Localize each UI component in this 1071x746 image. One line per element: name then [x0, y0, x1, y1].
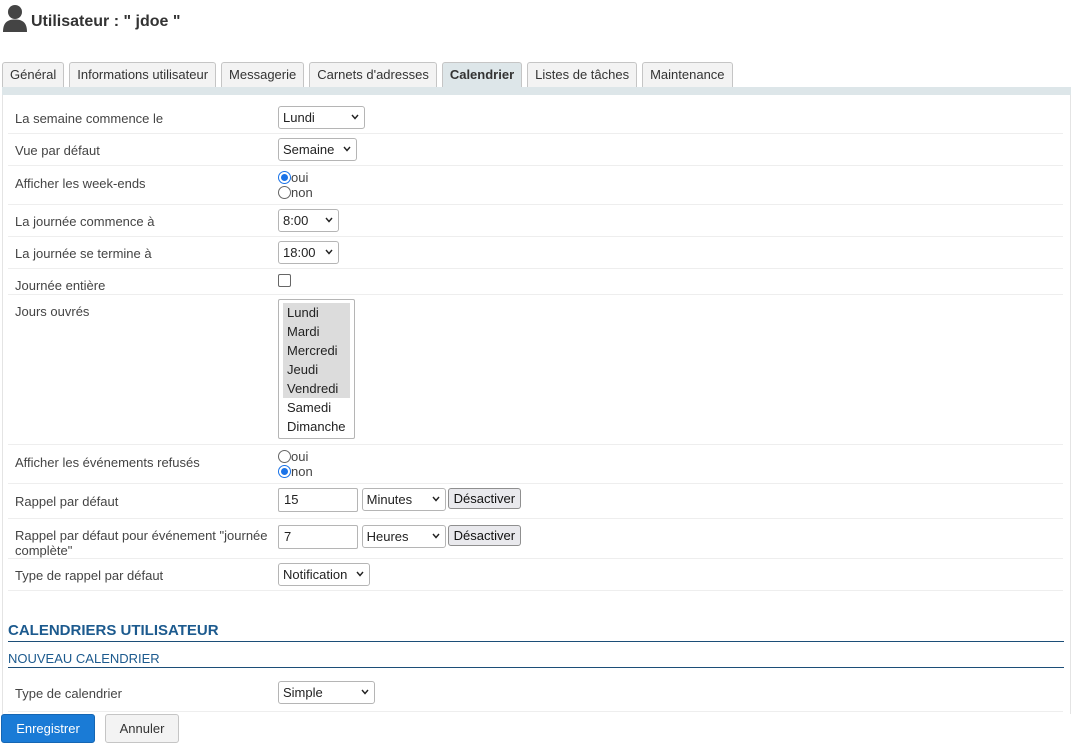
work-days-label: Jours ouvrés [15, 304, 90, 319]
show-weekends-yes-radio[interactable] [278, 171, 291, 184]
row-reminder-type: Type de rappel par défaut Notification [8, 559, 1063, 591]
list-item[interactable]: Lundi [283, 303, 350, 322]
reminder-type-select[interactable]: Notification [278, 563, 370, 586]
chevron-down-icon [343, 146, 351, 152]
show-declined-yes-radio[interactable] [278, 450, 291, 463]
list-item[interactable]: Vendredi [283, 379, 350, 398]
day-end-select[interactable]: 18:00 [278, 241, 339, 264]
row-show-declined: Afficher les événements refusés oui non [8, 445, 1063, 484]
default-reminder-allday-input[interactable]: 7 [278, 525, 358, 549]
row-week-start: La semaine commence le Lundi [8, 102, 1063, 134]
week-start-label: La semaine commence le [15, 111, 164, 126]
show-declined-no-radio[interactable] [278, 465, 291, 478]
page-title: Utilisateur : " jdoe " [31, 13, 181, 30]
show-weekends-label: Afficher les week-ends [15, 176, 146, 191]
list-item[interactable]: Dimanche [283, 417, 350, 436]
day-start-value: 8:00 [283, 213, 309, 228]
day-start-label: La journée commence à [15, 214, 155, 229]
row-all-day: Journée entière [8, 269, 1063, 295]
user-calendars-heading: CALENDRIERS UTILISATEUR [8, 622, 1064, 642]
cancel-button[interactable]: Annuler [105, 714, 179, 743]
show-declined-yes-label: oui [291, 449, 309, 464]
default-reminder-allday-unit-select[interactable]: Heures [361, 525, 446, 548]
list-item[interactable]: Jeudi [283, 360, 350, 379]
row-default-reminder: Rappel par défaut 15 Minutes Désactiver [8, 484, 1063, 519]
default-reminder-unit-value: Minutes [366, 492, 413, 507]
row-work-days: Jours ouvrés Lundi Mardi Mercredi Jeudi … [8, 295, 1063, 445]
row-calendar-type: Type de calendrier Simple [8, 677, 1063, 712]
default-reminder-allday-disable-button[interactable]: Désactiver [447, 525, 522, 546]
show-declined-label: Afficher les événements refusés [15, 455, 200, 470]
save-button[interactable]: Enregistrer [1, 714, 95, 743]
week-start-value: Lundi [283, 110, 315, 125]
show-declined-yes[interactable]: oui [278, 449, 313, 464]
default-reminder-input[interactable]: 15 [278, 488, 358, 512]
calendar-type-value: Simple [283, 685, 323, 700]
chevron-down-icon [325, 249, 333, 255]
show-weekends-yes[interactable]: oui [278, 170, 313, 185]
row-default-reminder-allday: Rappel par défaut pour événement "journé… [8, 519, 1063, 559]
day-end-value: 18:00 [283, 245, 316, 260]
row-day-start: La journée commence à 8:00 [8, 205, 1063, 237]
reminder-type-value: Notification [283, 567, 348, 582]
tab-general[interactable]: Général [2, 62, 65, 87]
page-header: Utilisateur : " jdoe " [0, 0, 1071, 46]
calendar-type-select[interactable]: Simple [278, 681, 375, 704]
show-weekends-no-radio[interactable] [278, 186, 291, 199]
tab-bar: Général Informations utilisateur Message… [2, 62, 738, 87]
default-view-value: Semaine [283, 142, 335, 157]
default-reminder-label: Rappel par défaut [15, 494, 119, 509]
default-reminder-allday-label: Rappel par défaut pour événement "journé… [15, 528, 268, 558]
tab-underbar [2, 87, 1071, 95]
day-end-label: La journée se termine à [15, 246, 152, 261]
week-start-select[interactable]: Lundi [278, 106, 365, 129]
chevron-down-icon [432, 533, 440, 539]
default-reminder-allday-unit-value: Heures [366, 529, 409, 544]
tab-mail[interactable]: Messagerie [221, 62, 305, 87]
show-weekends-no[interactable]: non [278, 185, 313, 200]
row-show-weekends: Afficher les week-ends oui non [8, 166, 1063, 205]
list-item[interactable]: Mardi [283, 322, 350, 341]
work-days-listbox[interactable]: Lundi Mardi Mercredi Jeudi Vendredi Same… [278, 299, 355, 439]
reminder-type-label: Type de rappel par défaut [15, 568, 164, 583]
day-start-select[interactable]: 8:00 [278, 209, 339, 232]
tab-calendar[interactable]: Calendrier [441, 62, 523, 87]
chevron-down-icon [361, 689, 369, 695]
tab-user-info[interactable]: Informations utilisateur [69, 62, 217, 87]
list-item[interactable]: Mercredi [283, 341, 350, 360]
user-icon [3, 5, 27, 32]
tab-maintenance[interactable]: Maintenance [642, 62, 733, 87]
chevron-down-icon [351, 114, 359, 120]
all-day-label: Journée entière [15, 278, 106, 293]
default-reminder-unit-select[interactable]: Minutes [361, 488, 446, 511]
calendar-type-label: Type de calendrier [15, 686, 122, 701]
all-day-checkbox[interactable] [278, 274, 291, 287]
list-item[interactable]: Samedi [283, 398, 350, 417]
show-weekends-no-label: non [291, 185, 313, 200]
default-reminder-disable-button[interactable]: Désactiver [447, 488, 522, 509]
show-declined-no[interactable]: non [278, 464, 313, 479]
chevron-down-icon [325, 217, 333, 223]
show-weekends-yes-label: oui [291, 170, 309, 185]
default-view-label: Vue par défaut [15, 143, 100, 158]
tab-task-lists[interactable]: Listes de tâches [527, 62, 638, 87]
default-view-select[interactable]: Semaine [278, 138, 357, 161]
show-declined-no-label: non [291, 464, 313, 479]
new-calendar-heading: NOUVEAU CALENDRIER [8, 651, 1064, 668]
row-default-view: Vue par défaut Semaine [8, 134, 1063, 166]
tab-address-books[interactable]: Carnets d'adresses [309, 62, 437, 87]
chevron-down-icon [432, 496, 440, 502]
chevron-down-icon [356, 571, 364, 577]
row-day-end: La journée se termine à 18:00 [8, 237, 1063, 269]
